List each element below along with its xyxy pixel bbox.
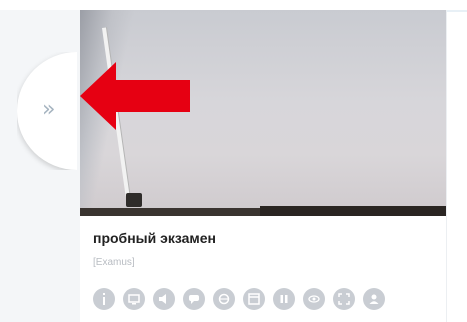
network-icon[interactable]	[213, 288, 235, 310]
exam-provider: [Examus]	[93, 257, 135, 268]
window-icon[interactable]	[243, 288, 265, 310]
exam-title: пробный экзамен	[93, 230, 217, 246]
control-bar	[93, 288, 385, 310]
chat-icon[interactable]	[183, 288, 205, 310]
double-chevron-right-icon[interactable]: »	[42, 99, 55, 121]
red-arrow-annotation	[80, 62, 190, 130]
eye-icon[interactable]	[303, 288, 325, 310]
sound-icon[interactable]	[153, 288, 175, 310]
user-icon[interactable]	[363, 288, 385, 310]
fullscreen-icon[interactable]	[333, 288, 355, 310]
screen-icon[interactable]	[123, 288, 145, 310]
info-icon[interactable]	[93, 288, 115, 310]
pause-icon[interactable]	[273, 288, 295, 310]
proctoring-page: » пробный экзамен [Examus]	[0, 0, 467, 322]
